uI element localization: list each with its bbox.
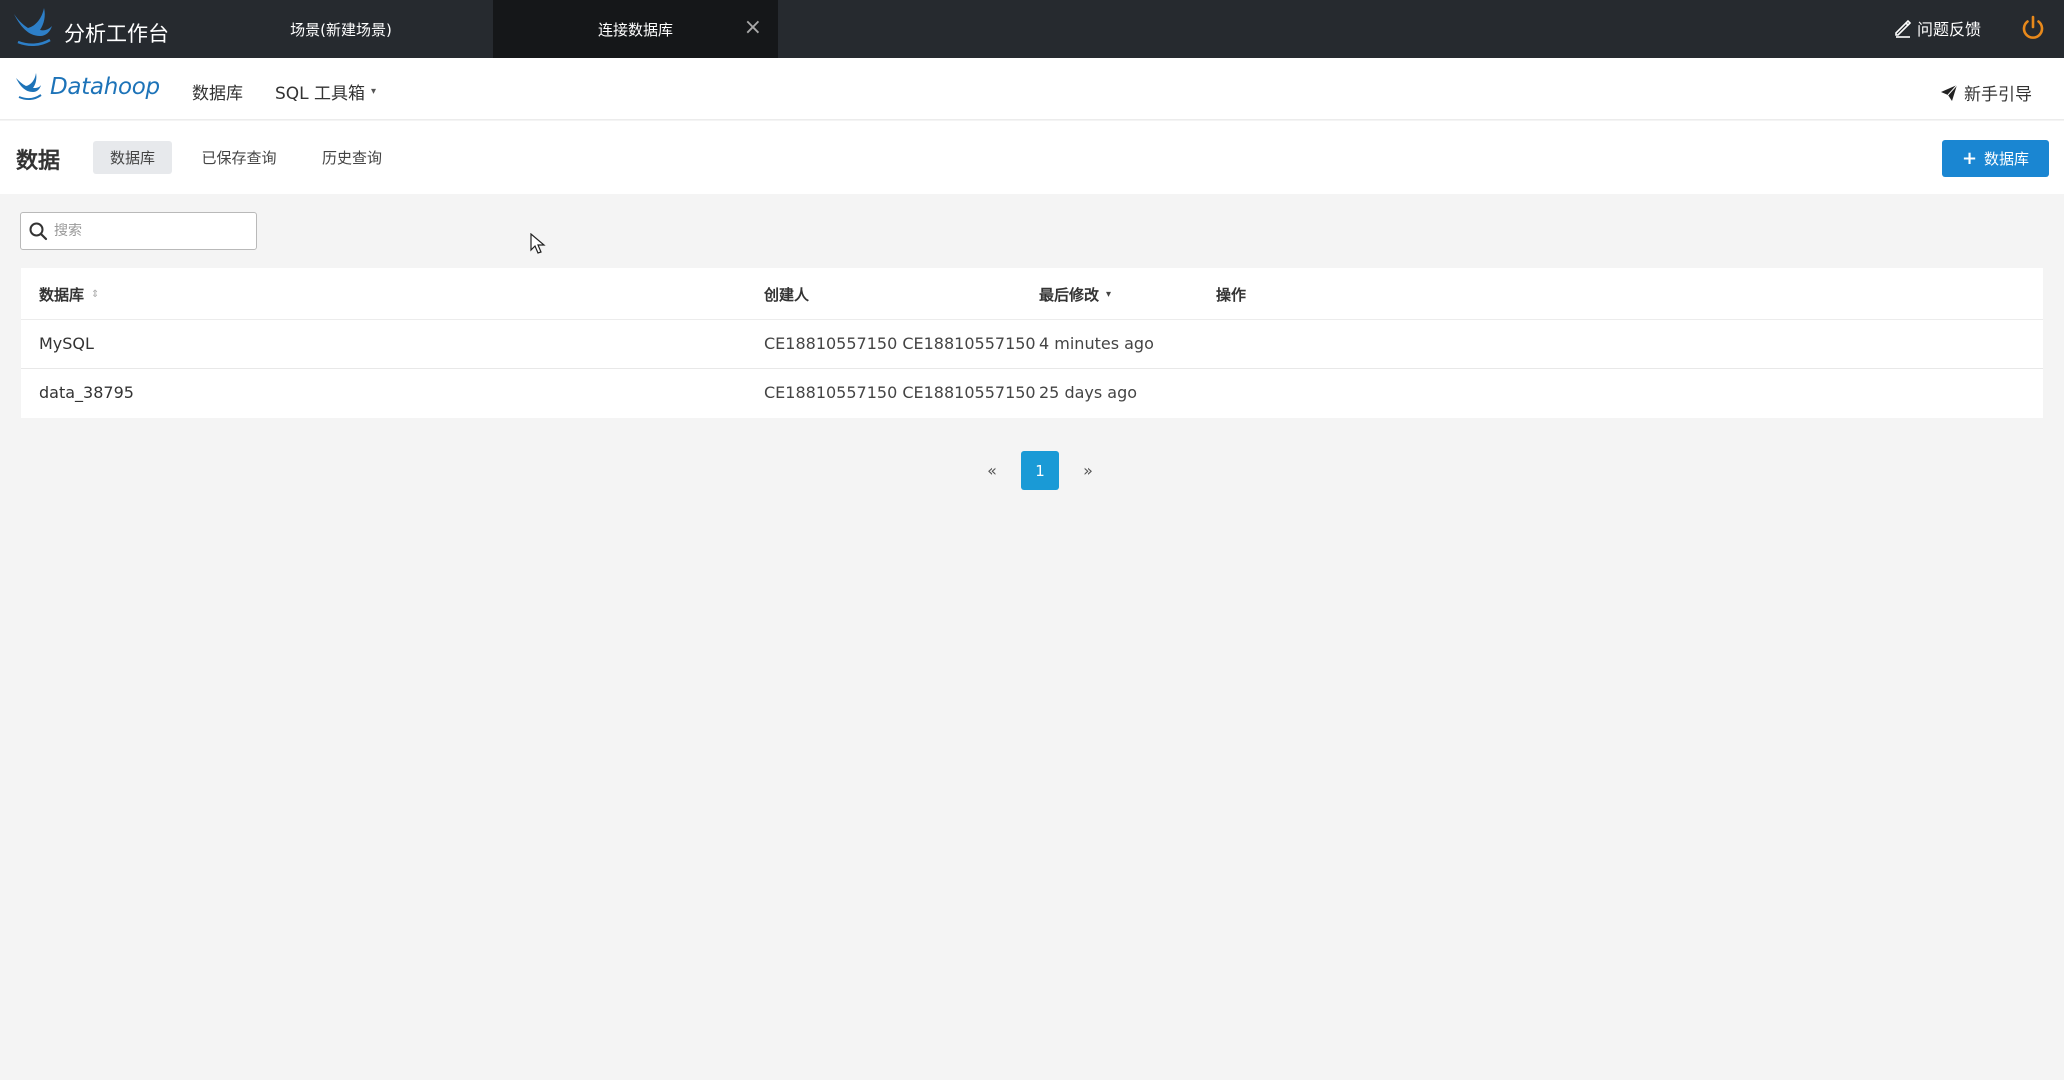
tab-scene[interactable]: 场景(新建场景): [230, 0, 452, 58]
cell-database[interactable]: MySQL: [39, 334, 94, 353]
tab-connect-database[interactable]: 连接数据库 ×: [493, 0, 778, 58]
tab-connect-database-label: 连接数据库: [597, 20, 673, 39]
column-header-database[interactable]: 数据库 ⇕: [39, 284, 99, 305]
tab-history-queries[interactable]: 历史查询: [312, 141, 392, 174]
plus-icon: +: [1961, 147, 1978, 169]
power-icon[interactable]: [2019, 14, 2047, 42]
feedback-label: 问题反馈: [1917, 20, 1982, 39]
tab-database-label: 数据库: [109, 149, 155, 167]
table-body: MySQL CE18810557150 CE18810557150 4 minu…: [21, 320, 2043, 418]
nav-database[interactable]: 数据库: [192, 79, 243, 104]
sort-desc-icon: ▾: [1106, 289, 1112, 300]
column-header-actions-label: 操作: [1216, 286, 1247, 304]
add-database-button[interactable]: + 数据库: [1942, 140, 2049, 177]
database-table: 数据库 ⇕ 创建人 最后修改 ▾ 操作 MySQL CE18810557150 …: [21, 268, 2043, 418]
pagination: « 1 »: [972, 451, 1108, 490]
sort-icon: ⇕: [91, 289, 100, 300]
mouse-cursor-icon: [530, 233, 546, 254]
top-bar: 分析工作台 场景(新建场景) 连接数据库 × 问题反馈: [0, 0, 2064, 58]
tab-saved-queries-label: 已保存查询: [201, 149, 277, 167]
search-box[interactable]: [20, 212, 257, 250]
tab-database[interactable]: 数据库: [93, 141, 172, 174]
nav-sql-toolbox-label: SQL 工具箱: [275, 84, 366, 104]
bird-logo-icon: [16, 73, 42, 101]
chevron-down-icon: ▾: [371, 86, 377, 97]
beginner-guide-label: 新手引导: [1964, 85, 2032, 105]
feedback-button[interactable]: 问题反馈: [1893, 16, 1981, 40]
next-page-button[interactable]: »: [1068, 451, 1108, 490]
app-title: 分析工作台: [64, 22, 169, 46]
brand-name: Datahoop: [50, 74, 160, 100]
close-icon[interactable]: ×: [744, 16, 762, 40]
search-input[interactable]: [54, 223, 244, 239]
add-database-label: 数据库: [1984, 150, 2030, 168]
column-header-last-modified[interactable]: 最后修改 ▾: [1039, 284, 1111, 305]
column-header-creator-label: 创建人: [764, 286, 810, 304]
secondary-nav: Datahoop 数据库 SQL 工具箱 ▾ 新手引导: [0, 58, 2064, 120]
page-header: 数据 数据库 已保存查询 历史查询 + 数据库: [0, 121, 2064, 194]
brand-logo[interactable]: Datahoop: [14, 72, 160, 102]
nav-sql-toolbox[interactable]: SQL 工具箱 ▾: [275, 79, 376, 104]
table-header: 数据库 ⇕ 创建人 最后修改 ▾ 操作: [21, 268, 2043, 320]
cell-database[interactable]: data_38795: [39, 383, 134, 402]
beginner-guide-button[interactable]: 新手引导: [1940, 80, 2032, 105]
edit-icon: [1895, 19, 1912, 38]
cell-last-modified: 25 days ago: [1039, 383, 1138, 402]
column-header-actions: 操作: [1216, 284, 1246, 305]
page-number-button[interactable]: 1: [1021, 451, 1059, 490]
column-header-last-modified-label: 最后修改: [1039, 286, 1100, 304]
column-header-database-label: 数据库: [39, 286, 85, 304]
cell-creator: CE18810557150 CE18810557150: [764, 334, 1036, 353]
cell-last-modified: 4 minutes ago: [1039, 334, 1154, 353]
search-icon: [29, 222, 48, 241]
prev-page-button[interactable]: «: [972, 451, 1012, 490]
tab-saved-queries[interactable]: 已保存查询: [196, 141, 282, 174]
column-header-creator: 创建人: [764, 284, 809, 305]
page-title: 数据: [16, 149, 61, 174]
bird-logo-icon[interactable]: [10, 6, 56, 50]
table-row[interactable]: MySQL CE18810557150 CE18810557150 4 minu…: [21, 320, 2043, 369]
tab-scene-label: 场景(新建场景): [290, 20, 392, 39]
table-row[interactable]: data_38795 CE18810557150 CE18810557150 2…: [21, 369, 2043, 418]
paper-plane-icon: [1941, 84, 1958, 101]
cell-creator: CE18810557150 CE18810557150: [764, 383, 1036, 402]
tab-history-queries-label: 历史查询: [321, 149, 382, 167]
